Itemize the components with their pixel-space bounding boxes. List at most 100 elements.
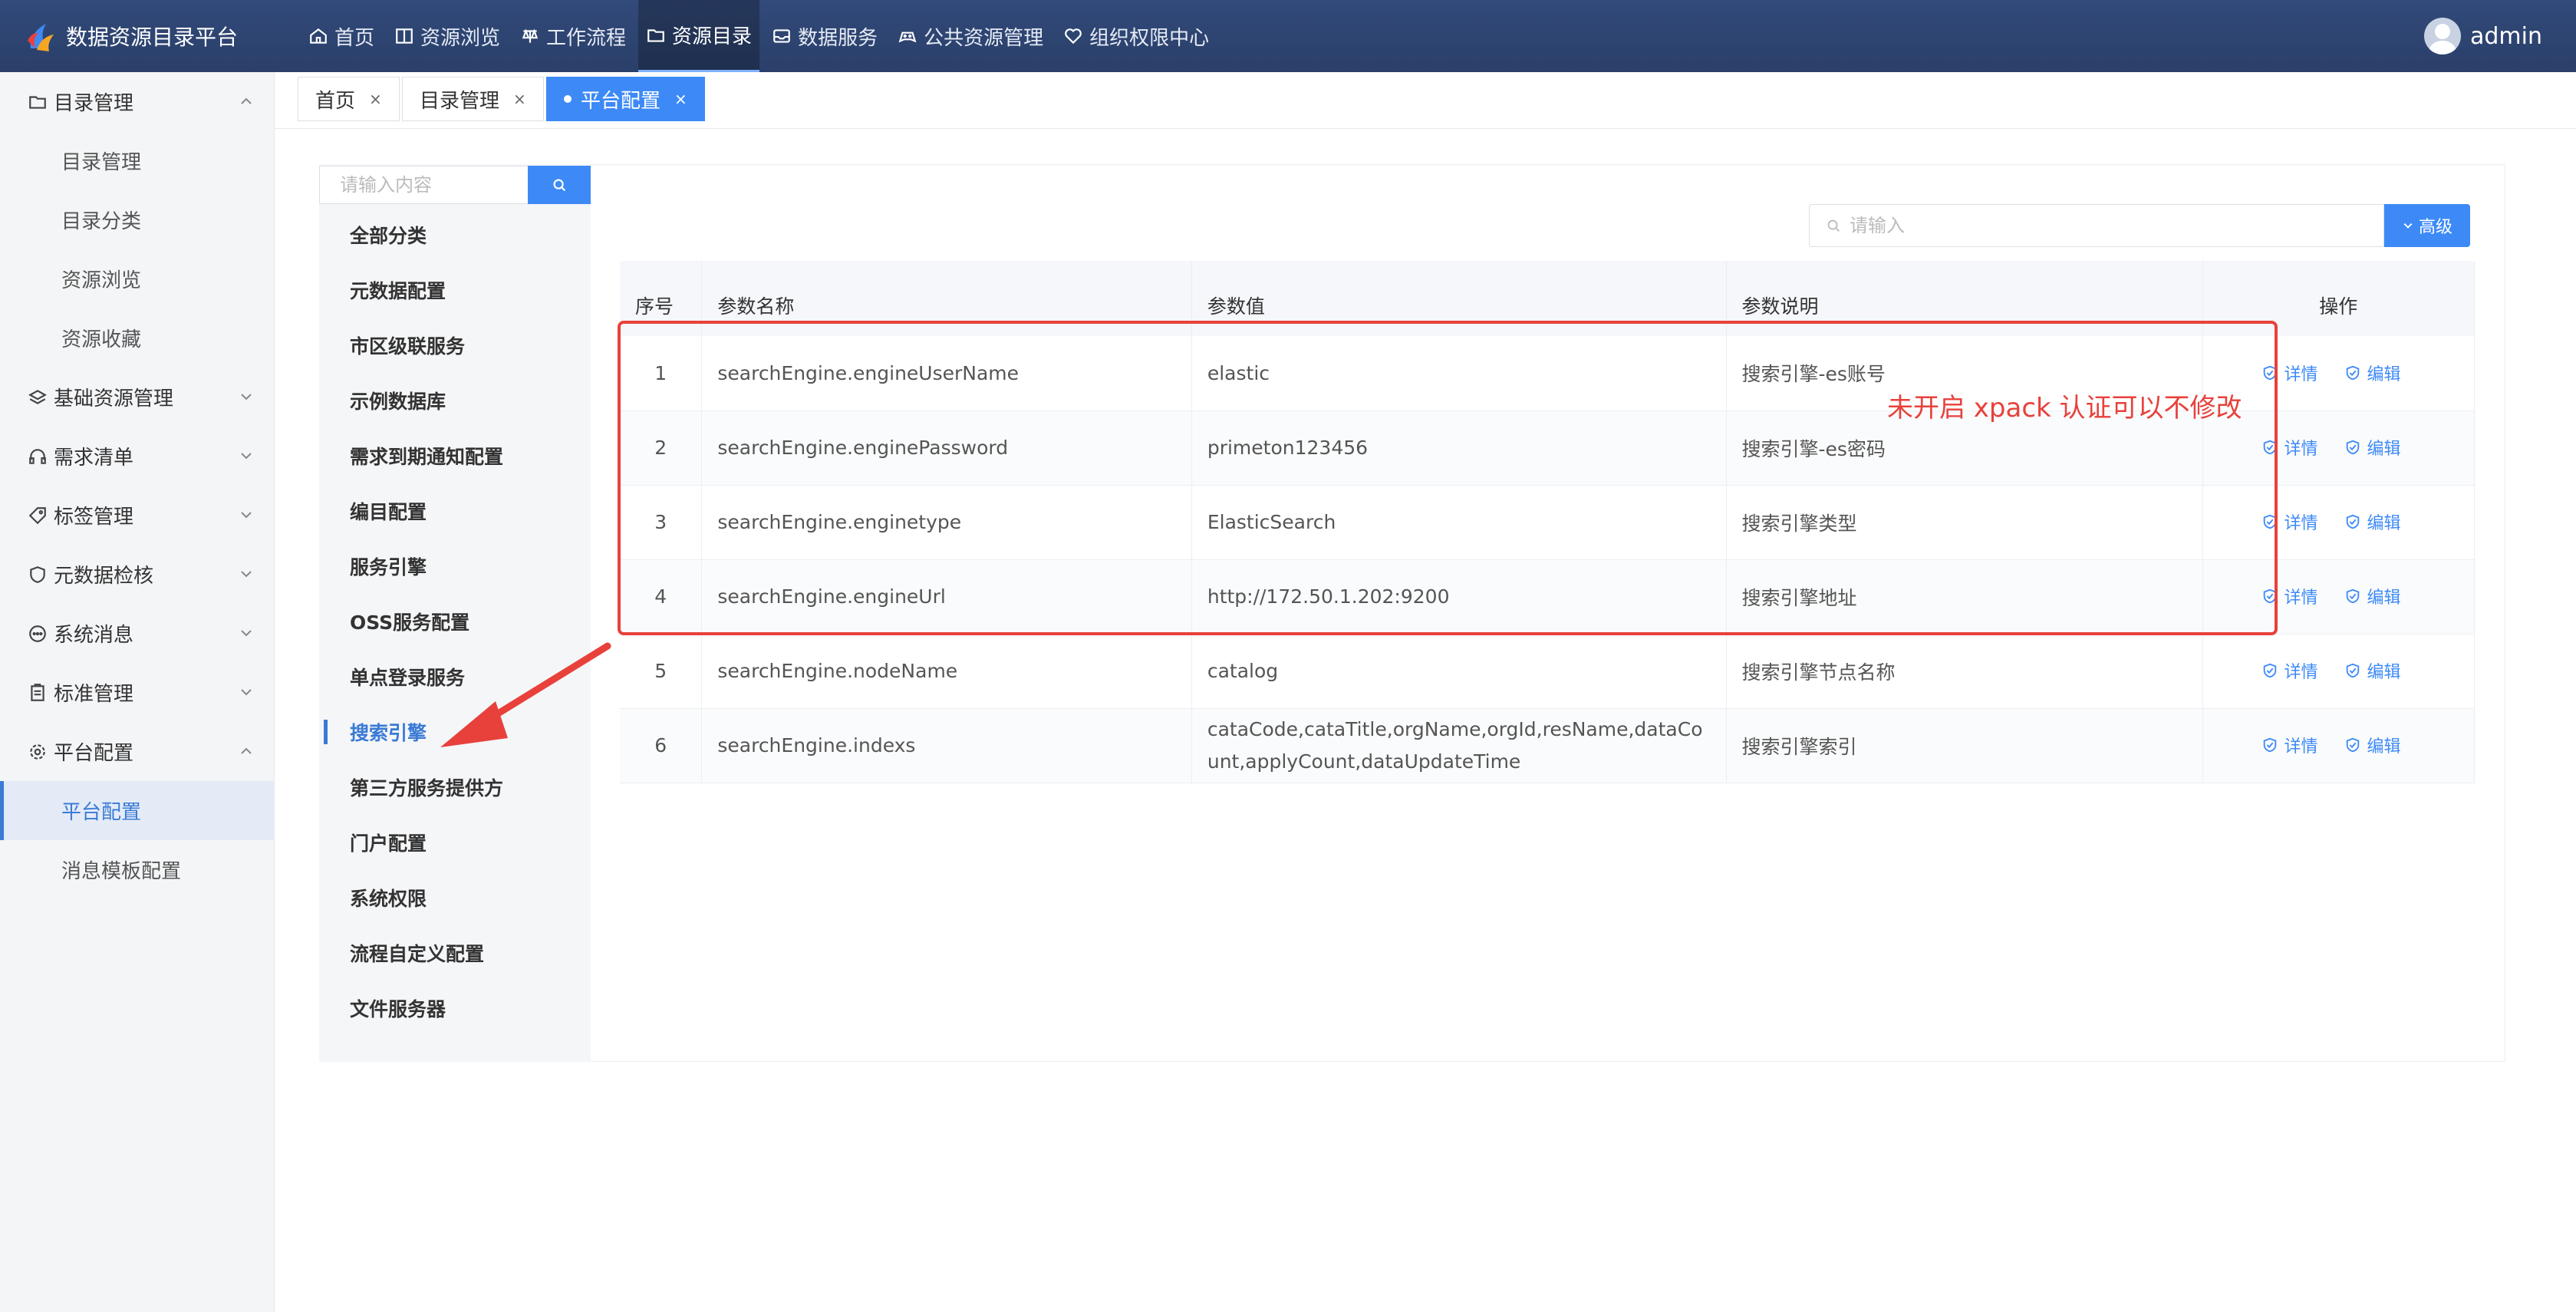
detail-button[interactable]: 详情 xyxy=(2261,658,2318,683)
sidebar-group-standards[interactable]: 标准管理 xyxy=(0,663,274,722)
edit-button[interactable]: 编辑 xyxy=(2344,733,2401,757)
sidebar-group-requirements[interactable]: 需求清单 xyxy=(0,427,274,486)
cell-desc: 搜索引擎类型 xyxy=(1726,485,2203,560)
app-logo-icon xyxy=(28,24,54,51)
sidebar-item-resource-browse[interactable]: 资源浏览 xyxy=(0,249,274,308)
cell-name: searchEngine.enginePassword xyxy=(701,410,1192,486)
cell-ops: 详情 编辑 xyxy=(2202,485,2476,560)
close-icon[interactable]: × xyxy=(369,90,382,108)
table-row: 5 searchEngine.nodeName catalog 搜索引擎节点名称… xyxy=(620,634,2476,709)
cell-value: http://172.50.1.202:9200 xyxy=(1191,559,1727,635)
category-item[interactable]: 门户配置 xyxy=(319,815,591,870)
col-header-ops: 操作 xyxy=(2202,261,2476,336)
param-search-input[interactable] xyxy=(1850,215,2356,236)
category-item[interactable]: 流程自定义配置 xyxy=(319,925,591,981)
heart-icon xyxy=(1065,28,1082,45)
nav-public-resource[interactable]: 公共资源管理 xyxy=(890,0,1051,72)
brand[interactable]: 数据资源目录平台 xyxy=(23,0,238,72)
category-item[interactable]: 市区级联服务 xyxy=(319,318,591,373)
headset-icon xyxy=(29,448,46,464)
edit-button[interactable]: 编辑 xyxy=(2344,361,2401,385)
detail-button[interactable]: 详情 xyxy=(2261,584,2318,608)
table-header: 序号 参数名称 参数值 参数说明 操作 xyxy=(620,261,2476,336)
advanced-button[interactable]: 高级 xyxy=(2384,204,2470,247)
close-icon[interactable]: × xyxy=(513,90,526,108)
chevron-down-icon xyxy=(241,630,252,637)
nav-home[interactable]: 首页 xyxy=(301,0,382,72)
nav-data-service[interactable]: 数据服务 xyxy=(764,0,885,72)
category-item[interactable]: 示例数据库 xyxy=(319,373,591,428)
shield-check-icon xyxy=(2346,588,2359,604)
avatar xyxy=(2424,18,2461,54)
tab-catalog-manage[interactable]: 目录管理 × xyxy=(402,77,544,121)
shield-check-icon xyxy=(2346,663,2359,678)
table-row: 3 searchEngine.enginetype ElasticSearch … xyxy=(620,485,2476,560)
chevron-up-icon xyxy=(241,97,252,104)
sidebar-group-catalog[interactable]: 目录管理 xyxy=(0,72,274,131)
col-header-desc: 参数说明 xyxy=(1726,261,2203,336)
close-icon[interactable]: × xyxy=(674,90,687,108)
gear-icon xyxy=(30,743,45,760)
detail-button[interactable]: 详情 xyxy=(2261,361,2318,385)
category-item[interactable]: 第三方服务提供方 xyxy=(319,760,591,815)
detail-button[interactable]: 详情 xyxy=(2261,435,2318,460)
sidebar-group-metadata-check[interactable]: 元数据检核 xyxy=(0,545,274,604)
cell-ops: 详情 编辑 xyxy=(2202,559,2476,635)
edit-button[interactable]: 编辑 xyxy=(2344,584,2401,608)
app-title: 数据资源目录平台 xyxy=(66,25,239,50)
sidebar-group-base-resource[interactable]: 基础资源管理 xyxy=(0,368,274,427)
nav-resource-browse[interactable]: 资源浏览 xyxy=(387,0,508,72)
category-search-input[interactable] xyxy=(319,166,528,204)
tab-home[interactable]: 首页 × xyxy=(298,77,400,121)
annotation-text: 未开启 xpack 认证可以不修改 xyxy=(1887,393,2242,424)
folder-icon xyxy=(29,95,46,109)
cell-desc: 搜索引擎地址 xyxy=(1726,559,2203,635)
tab-platform-config[interactable]: 平台配置 × xyxy=(546,77,705,121)
cell-index: 6 xyxy=(620,708,703,783)
chevron-down-icon xyxy=(241,689,252,696)
detail-button[interactable]: 详情 xyxy=(2261,733,2318,757)
sidebar-group-system-message[interactable]: 系统消息 xyxy=(0,604,274,663)
category-item[interactable]: 需求到期通知配置 xyxy=(319,428,591,483)
sidebar-item-platform-config[interactable]: 平台配置 xyxy=(0,781,274,840)
shield-check-icon xyxy=(2263,514,2276,529)
cell-ops: 详情 编辑 xyxy=(2202,634,2476,709)
nav-org-permission[interactable]: 组织权限中心 xyxy=(1056,0,1217,72)
cell-desc: 搜索引擎索引 xyxy=(1726,708,2203,783)
user-menu[interactable]: admin xyxy=(2424,0,2542,72)
sidebar-item-catalog-manage[interactable]: 目录管理 xyxy=(0,131,274,190)
tabs-bar: 首页 × 目录管理 × 平台配置 × xyxy=(275,72,2576,129)
detail-button[interactable]: 详情 xyxy=(2261,509,2318,534)
sidebar-item-message-template[interactable]: 消息模板配置 xyxy=(0,840,274,899)
user-name: admin xyxy=(2470,22,2542,50)
sidebar-group-platform-config[interactable]: 平台配置 xyxy=(0,722,274,781)
sidebar-item-catalog-category[interactable]: 目录分类 xyxy=(0,190,274,249)
chevron-down-icon xyxy=(2403,223,2413,229)
category-item[interactable]: 系统权限 xyxy=(319,870,591,925)
sidebar-item-resource-favorite[interactable]: 资源收藏 xyxy=(0,308,274,368)
nav-resource-catalog[interactable]: 资源目录 xyxy=(638,0,760,72)
sidebar-group-tags[interactable]: 标签管理 xyxy=(0,486,274,545)
home-icon xyxy=(310,28,327,44)
shield-check-icon xyxy=(2346,737,2359,753)
nav-workflow[interactable]: 工作流程 xyxy=(512,0,634,72)
category-item[interactable]: 元数据配置 xyxy=(319,262,591,318)
cell-desc: 搜索引擎节点名称 xyxy=(1726,634,2203,709)
shield-check-icon xyxy=(2263,663,2276,678)
edit-button[interactable]: 编辑 xyxy=(2344,509,2401,534)
cell-value: cataCode,cataTitle,orgName,orgId,resName… xyxy=(1191,708,1727,783)
category-search-button[interactable] xyxy=(528,166,591,204)
edit-button[interactable]: 编辑 xyxy=(2344,435,2401,460)
cell-index: 5 xyxy=(620,634,703,709)
category-item[interactable]: 编目配置 xyxy=(319,483,591,539)
category-item[interactable]: 服务引擎 xyxy=(319,539,591,594)
cell-index: 3 xyxy=(620,485,703,560)
clipboard-icon xyxy=(31,683,44,701)
category-item[interactable]: 全部分类 xyxy=(319,207,591,262)
sidebar: 目录管理 目录管理 目录分类 资源浏览 资源收藏 基础资源管理 需求清单 标签管… xyxy=(0,72,275,1312)
edit-button[interactable]: 编辑 xyxy=(2344,658,2401,683)
table-row: 4 searchEngine.engineUrl http://172.50.1… xyxy=(620,559,2476,635)
category-item[interactable]: 文件服务器 xyxy=(319,981,591,1036)
cell-name: searchEngine.nodeName xyxy=(701,634,1192,709)
message-icon xyxy=(29,625,46,642)
